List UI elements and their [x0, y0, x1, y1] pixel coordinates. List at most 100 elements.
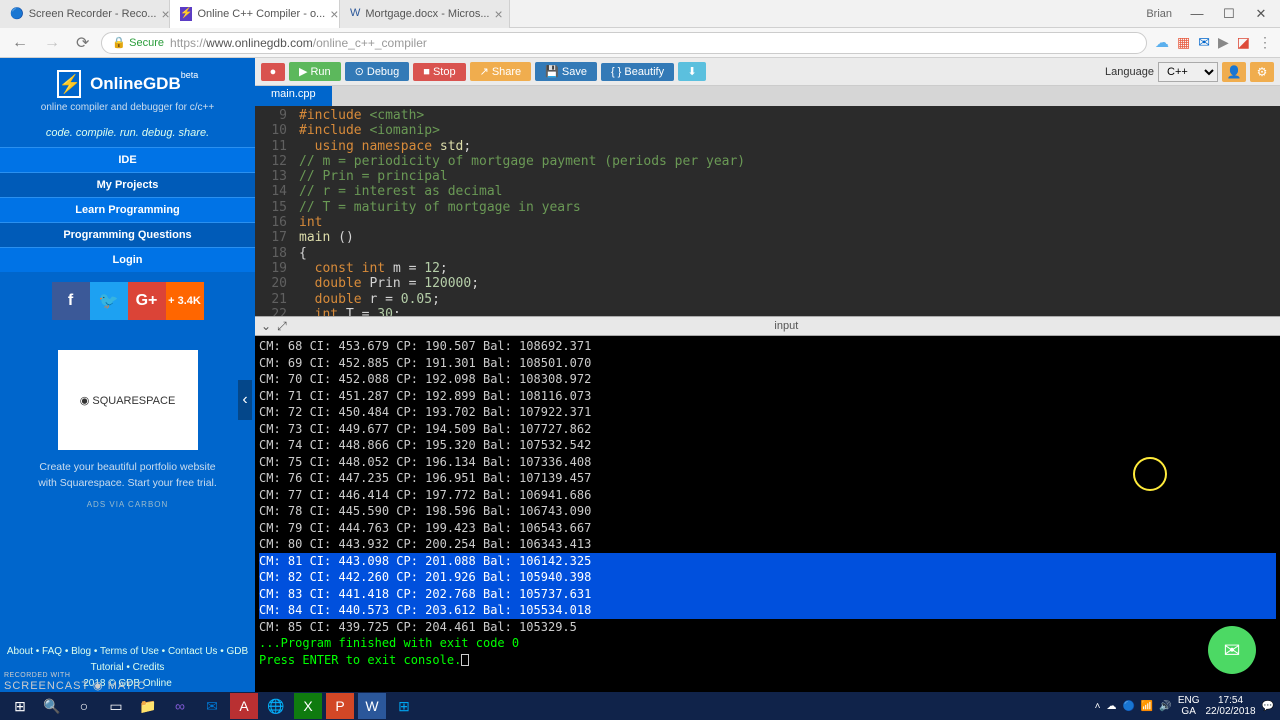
record-button[interactable]: ● [261, 63, 285, 81]
close-icon[interactable]: × [494, 6, 502, 22]
notification-icon[interactable]: 💬 [1262, 701, 1274, 712]
debug-button[interactable]: ⊙ Debug [345, 62, 410, 81]
tray-icon[interactable]: ☁ [1106, 701, 1116, 712]
tab-icon: ⚡ [180, 7, 192, 21]
brand-name: OnlineGDB [90, 74, 181, 93]
taskbar-app[interactable]: 🌐 [262, 693, 290, 719]
ad-attribution: ADS VIA CARBON [0, 500, 255, 509]
tab-icon: W [350, 7, 360, 21]
nav-learn[interactable]: Learn Programming [0, 197, 255, 222]
taskbar-app[interactable]: P [326, 693, 354, 719]
expand-icon: ⤢ [277, 319, 287, 334]
taskbar-app[interactable]: 📁 [134, 693, 162, 719]
console-output[interactable]: CM: 68 CI: 453.679 CP: 190.507 Bal: 1086… [255, 336, 1280, 698]
beautify-button[interactable]: { } Beautify [601, 63, 674, 81]
taskbar-app[interactable]: W [358, 693, 386, 719]
taskbar-app[interactable]: ✉ [198, 693, 226, 719]
wifi-icon[interactable]: 📶 [1141, 701, 1153, 712]
download-button[interactable]: ⬇ [678, 62, 706, 81]
nav-projects[interactable]: My Projects [0, 172, 255, 197]
browser-tab-1[interactable]: ⚡ Online C++ Compiler - o... × [170, 0, 340, 28]
share-button[interactable]: + 3.4K [166, 282, 204, 320]
tray-icon[interactable]: ˄ [1095, 701, 1101, 712]
sidebar-nav: IDE My Projects Learn Programming Progra… [0, 147, 255, 272]
extension-icon[interactable]: ▦ [1177, 34, 1190, 51]
window-controls: — ☐ ✕ [1182, 6, 1280, 22]
address-field[interactable]: 🔒 Secure https://www.onlinegdb.com/onlin… [101, 32, 1147, 54]
file-tabs: main.cpp [255, 86, 1280, 106]
stop-button[interactable]: ■ Stop [413, 63, 465, 81]
address-bar: ← → ⟳ 🔒 Secure https://www.onlinegdb.com… [0, 28, 1280, 58]
save-button[interactable]: 💾 Save [535, 62, 597, 81]
extension-icon[interactable]: ◪ [1237, 34, 1250, 51]
code-editor[interactable]: 910111213141516171819202122 #include <cm… [255, 106, 1280, 316]
run-button[interactable]: ▶ Run [289, 62, 341, 81]
browser-tab-2[interactable]: W Mortgage.docx - Micros... × [340, 0, 510, 28]
screencast-watermark: RECORDED WITH SCREENCAST ◉ MATIC [4, 672, 146, 692]
brand-subtitle: online compiler and debugger for c/c++ [0, 102, 255, 113]
cortana-icon[interactable]: ○ [70, 693, 98, 719]
reload-icon[interactable]: ⟳ [72, 33, 93, 53]
code-content[interactable]: #include <cmath>#include <iomanip> using… [295, 106, 749, 316]
input-label: input [293, 320, 1280, 332]
editor-area: ● ▶ Run ⊙ Debug ■ Stop ↗ Share 💾 Save { … [255, 58, 1280, 698]
editor-toolbar: ● ▶ Run ⊙ Debug ■ Stop ↗ Share 💾 Save { … [255, 58, 1280, 86]
console-input-bar[interactable]: ⌄⤢ input [255, 316, 1280, 336]
tray-icon[interactable]: 🔵 [1122, 701, 1134, 712]
language-select[interactable]: C++ [1158, 62, 1218, 82]
maximize-icon[interactable]: ☐ [1214, 6, 1244, 22]
tagline: code. compile. run. debug. share. [0, 119, 255, 147]
ad-image[interactable]: ◉ SQUARESPACE [58, 350, 198, 450]
share-button[interactable]: ↗ Share [470, 62, 532, 81]
taskbar-app[interactable]: ⊞ [390, 693, 418, 719]
line-gutter: 910111213141516171819202122 [255, 106, 295, 316]
console-resize-handles[interactable]: ⌄⤢ [255, 319, 293, 334]
twitter-button[interactable]: 🐦 [90, 282, 128, 320]
ad-text[interactable]: Create your beautiful portfolio website … [0, 460, 255, 492]
browser-user[interactable]: Brian [1136, 8, 1182, 20]
tab-label: Online C++ Compiler - o... [197, 8, 325, 20]
windows-taskbar: ⊞ 🔍 ○ ▭ 📁 ∞ ✉ A 🌐 X P W ⊞ ˄ ☁ 🔵 📶 🔊 ENGG… [0, 692, 1280, 720]
sidebar: ⚡ OnlineGDBbeta online compiler and debu… [0, 58, 255, 698]
minimize-icon[interactable]: — [1182, 6, 1212, 22]
back-icon[interactable]: ← [8, 34, 32, 52]
close-icon[interactable]: × [161, 6, 169, 22]
taskbar-app[interactable]: ∞ [166, 693, 194, 719]
nav-login[interactable]: Login [0, 247, 255, 272]
nav-ide[interactable]: IDE [0, 147, 255, 172]
taskbar-app[interactable]: A [230, 693, 258, 719]
start-button[interactable]: ⊞ [6, 693, 34, 719]
taskview-icon[interactable]: ▭ [102, 693, 130, 719]
browser-extension-icons: ☁ ▦ ✉ ▶ ◪ ⋮ [1155, 34, 1272, 51]
language-label: Language [1105, 66, 1154, 78]
chevron-down-icon: ⌄ [261, 319, 271, 334]
extension-icon[interactable]: ▶ [1218, 34, 1229, 51]
sidebar-collapse-handle[interactable]: ‹ [238, 380, 252, 420]
extension-icon[interactable]: ☁ [1155, 34, 1169, 51]
menu-icon[interactable]: ⋮ [1258, 34, 1272, 51]
search-icon[interactable]: 🔍 [38, 693, 66, 719]
browser-tab-0[interactable]: 🔵 Screen Recorder - Reco... × [0, 0, 170, 28]
brand-beta: beta [181, 70, 199, 80]
nav-questions[interactable]: Programming Questions [0, 222, 255, 247]
tab-label: Screen Recorder - Reco... [29, 8, 157, 20]
taskbar-app[interactable]: X [294, 693, 322, 719]
forward-icon[interactable]: → [40, 34, 64, 52]
tab-icon: 🔵 [10, 7, 24, 21]
close-icon[interactable]: ✕ [1246, 6, 1276, 22]
facebook-button[interactable]: f [52, 282, 90, 320]
file-tab[interactable]: main.cpp [255, 86, 332, 106]
taskbar-lang[interactable]: ENGGA [1178, 695, 1200, 717]
gear-icon[interactable]: ⚙ [1250, 62, 1274, 82]
logo-area: ⚡ OnlineGDBbeta online compiler and debu… [0, 58, 255, 119]
extension-icon[interactable]: ✉ [1198, 34, 1210, 51]
chat-fab[interactable]: ✉ [1208, 626, 1256, 674]
url-text: https://www.onlinegdb.com/online_c++_com… [170, 36, 427, 50]
googleplus-button[interactable]: G+ [128, 282, 166, 320]
volume-icon[interactable]: 🔊 [1159, 701, 1171, 712]
user-icon[interactable]: 👤 [1222, 62, 1246, 82]
taskbar-clock[interactable]: 17:5422/02/2018 [1205, 695, 1255, 717]
close-icon[interactable]: × [330, 6, 338, 22]
tab-label: Mortgage.docx - Micros... [365, 8, 489, 20]
browser-tabs-bar: 🔵 Screen Recorder - Reco... × ⚡ Online C… [0, 0, 1280, 28]
